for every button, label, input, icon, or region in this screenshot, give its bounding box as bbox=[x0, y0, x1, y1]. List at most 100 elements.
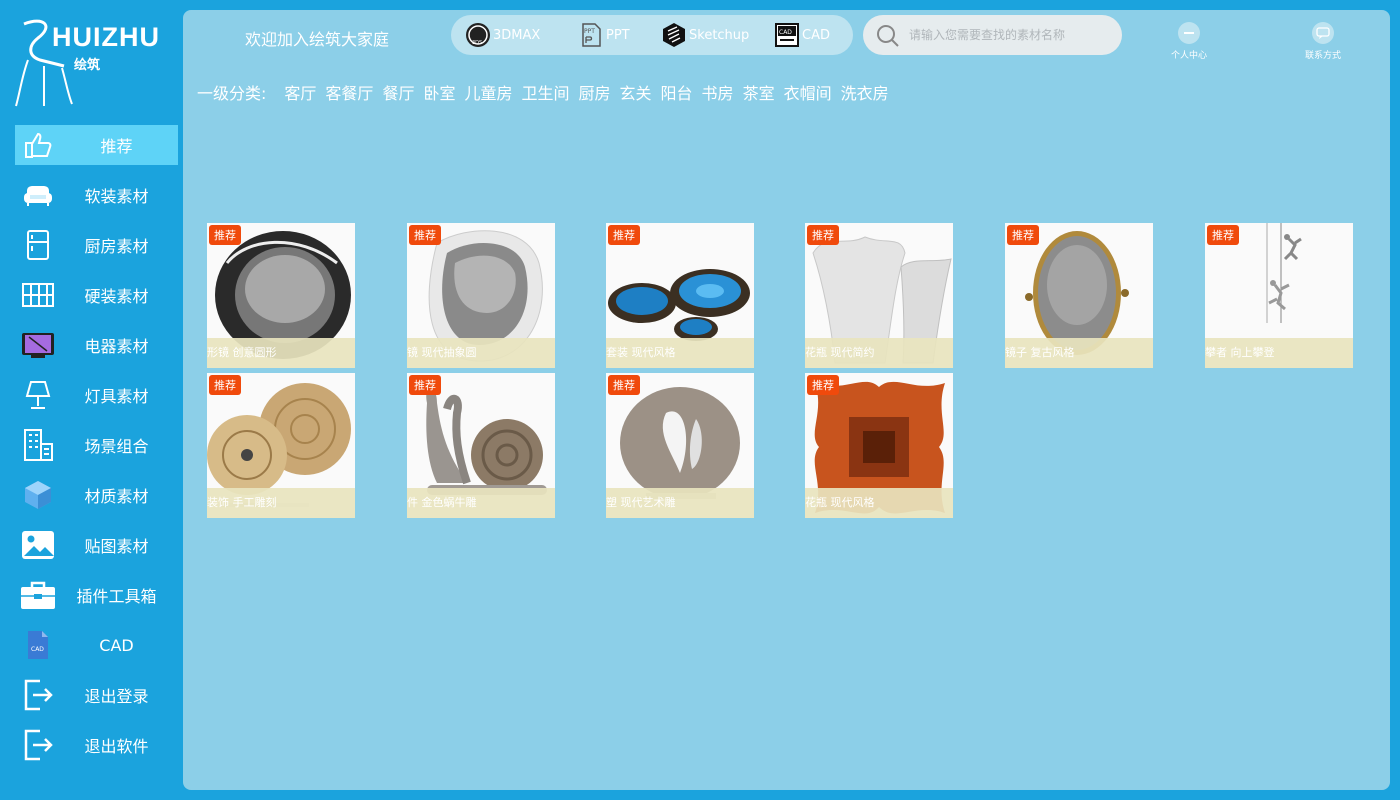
category-living-dining[interactable]: 客餐厅 bbox=[325, 80, 373, 104]
format-3dmax[interactable]: 3DS 3DMAX bbox=[465, 15, 540, 55]
category-bar: 一级分类: 客厅 客餐厅 餐厅 卧室 儿童房 卫生间 厨房 玄关 阳台 书房 茶… bbox=[197, 80, 898, 104]
personal-center-link[interactable]: 个人中心 bbox=[1154, 22, 1224, 61]
material-card[interactable]: 推荐 攀者 向上攀登 bbox=[1205, 223, 1353, 368]
card-caption: 镜 现代抽象圆 bbox=[407, 338, 555, 368]
card-caption: 塑 现代艺术雕 bbox=[606, 488, 754, 518]
sidebar-item-label: 软装素材 bbox=[84, 187, 149, 206]
card-caption: 攀者 向上攀登 bbox=[1205, 338, 1353, 368]
sidebar-item-label: CAD bbox=[99, 635, 134, 655]
category-balcony[interactable]: 阳台 bbox=[661, 80, 693, 104]
brand-name-cn: 绘筑 bbox=[74, 58, 101, 73]
material-card[interactable]: 推荐 件 金色蜗牛雕 bbox=[407, 373, 555, 518]
sidebar-item-label: 电器素材 bbox=[84, 337, 149, 356]
contact-link[interactable]: 联系方式 bbox=[1288, 22, 1358, 61]
cad-icon: CAD bbox=[774, 22, 800, 48]
sidebar-item-label: 退出软件 bbox=[84, 737, 149, 756]
material-card[interactable]: 推荐 形镜 创意圆形 bbox=[207, 223, 355, 368]
image-icon bbox=[20, 527, 56, 563]
format-ppt[interactable]: PPT PPT bbox=[578, 15, 630, 55]
format-switcher: 3DS 3DMAX PPT PPT Sketchup CAD CAD bbox=[451, 15, 853, 55]
sidebar-item-texture[interactable]: 贴图素材 bbox=[15, 525, 178, 565]
sofa-icon bbox=[20, 177, 56, 213]
sidebar-item-soft-furnishing[interactable]: 软装素材 bbox=[15, 175, 178, 215]
svg-text:PPT: PPT bbox=[584, 28, 595, 35]
svg-text:CAD: CAD bbox=[779, 29, 792, 36]
sketchup-icon bbox=[661, 22, 687, 48]
material-card[interactable]: 推荐 镜子 复古风格 bbox=[1005, 223, 1153, 368]
user-icon bbox=[1178, 22, 1200, 44]
search-icon[interactable] bbox=[875, 23, 901, 53]
wall-panel-icon bbox=[20, 277, 56, 313]
sidebar-item-label: 推荐 bbox=[100, 137, 133, 156]
card-caption: 镜子 复古风格 bbox=[1005, 338, 1153, 368]
category-dining[interactable]: 餐厅 bbox=[382, 80, 414, 104]
sidebar-item-kitchen[interactable]: 厨房素材 bbox=[15, 225, 178, 265]
recommend-badge: 推荐 bbox=[209, 375, 241, 395]
material-card[interactable]: 推荐 装饰 手工雕刻 bbox=[207, 373, 355, 518]
format-cad[interactable]: CAD CAD bbox=[774, 15, 830, 55]
cad-file-icon: CAD bbox=[20, 627, 56, 663]
recommend-badge: 推荐 bbox=[209, 225, 241, 245]
material-card[interactable]: 推荐 花瓶 现代风格 bbox=[805, 373, 953, 518]
card-caption: 花瓶 现代风格 bbox=[805, 488, 953, 518]
category-laundry[interactable]: 洗衣房 bbox=[841, 80, 889, 104]
fridge-icon bbox=[20, 227, 56, 263]
card-caption: 套装 现代风格 bbox=[606, 338, 754, 368]
material-card[interactable]: 推荐 花瓶 现代简约 bbox=[805, 223, 953, 368]
category-cloakroom[interactable]: 衣帽间 bbox=[784, 80, 832, 104]
category-entrance[interactable]: 玄关 bbox=[620, 80, 652, 104]
sidebar-item-label: 插件工具箱 bbox=[76, 587, 157, 606]
sidebar-item-lighting[interactable]: 灯具素材 bbox=[15, 375, 178, 415]
category-bathroom[interactable]: 卫生间 bbox=[521, 80, 569, 104]
category-study[interactable]: 书房 bbox=[702, 80, 734, 104]
contact-label: 联系方式 bbox=[1304, 51, 1341, 61]
cube-icon bbox=[20, 477, 56, 513]
search-input[interactable] bbox=[909, 25, 1109, 45]
category-title: 一级分类: bbox=[197, 84, 267, 103]
welcome-text: 欢迎加入绘筑大家庭 bbox=[245, 30, 390, 49]
sidebar-item-plugin-toolbox[interactable]: 插件工具箱 bbox=[15, 575, 178, 615]
format-label: Sketchup bbox=[689, 27, 750, 43]
material-card[interactable]: 推荐 套装 现代风格 bbox=[606, 223, 754, 368]
svg-text:3DS: 3DS bbox=[472, 40, 482, 46]
category-kids-room[interactable]: 儿童房 bbox=[464, 80, 512, 104]
tv-icon bbox=[20, 327, 56, 363]
main-panel: 欢迎加入绘筑大家庭 3DS 3DMAX PPT PPT Sketchup CAD… bbox=[183, 10, 1390, 790]
recommend-badge: 推荐 bbox=[409, 225, 441, 245]
lamp-icon bbox=[20, 377, 56, 413]
recommend-badge: 推荐 bbox=[807, 375, 839, 395]
sidebar-item-label: 厨房素材 bbox=[84, 237, 149, 256]
material-card[interactable]: 推荐 镜 现代抽象圆 bbox=[407, 223, 555, 368]
category-living-room[interactable]: 客厅 bbox=[284, 80, 316, 104]
sidebar-item-label: 贴图素材 bbox=[84, 537, 149, 556]
card-caption: 件 金色蜗牛雕 bbox=[407, 488, 555, 518]
format-sketchup[interactable]: Sketchup bbox=[661, 15, 749, 55]
sidebar-item-label: 硬装素材 bbox=[84, 287, 149, 306]
sidebar-item-scene[interactable]: 场景组合 bbox=[15, 425, 178, 465]
category-kitchen[interactable]: 厨房 bbox=[579, 80, 611, 104]
format-label: 3DMAX bbox=[493, 27, 541, 43]
exit-icon bbox=[20, 727, 56, 763]
sidebar-item-cad[interactable]: CAD CAD bbox=[15, 625, 178, 665]
category-bedroom[interactable]: 卧室 bbox=[423, 80, 455, 104]
sidebar-item-material[interactable]: 材质素材 bbox=[15, 475, 178, 515]
chat-icon bbox=[1312, 22, 1334, 44]
toolbox-icon bbox=[20, 577, 56, 613]
sidebar-item-label: 材质素材 bbox=[84, 487, 149, 506]
logout-icon bbox=[20, 677, 56, 713]
search-box bbox=[863, 15, 1122, 55]
sidebar-item-recommend[interactable]: 推荐 bbox=[15, 125, 178, 165]
sidebar: 推荐 软装素材 厨房素材 硬装素材 电器素材 灯具素材 场景组合 材质素材 贴图… bbox=[15, 125, 178, 775]
sidebar-item-logout[interactable]: 退出登录 bbox=[15, 675, 178, 715]
brand-name: HUIZHU bbox=[52, 22, 160, 52]
sidebar-item-label: 灯具素材 bbox=[84, 387, 149, 406]
material-card[interactable]: 推荐 塑 现代艺术雕 bbox=[606, 373, 754, 518]
svg-text:CAD: CAD bbox=[31, 646, 44, 653]
sidebar-item-hard-decoration[interactable]: 硬装素材 bbox=[15, 275, 178, 315]
card-caption: 装饰 手工雕刻 bbox=[207, 488, 355, 518]
sidebar-item-label: 场景组合 bbox=[84, 437, 149, 456]
sidebar-item-appliance[interactable]: 电器素材 bbox=[15, 325, 178, 365]
sidebar-item-exit[interactable]: 退出软件 bbox=[15, 725, 178, 765]
category-tea-room[interactable]: 茶室 bbox=[743, 80, 775, 104]
card-caption: 形镜 创意圆形 bbox=[207, 338, 355, 368]
